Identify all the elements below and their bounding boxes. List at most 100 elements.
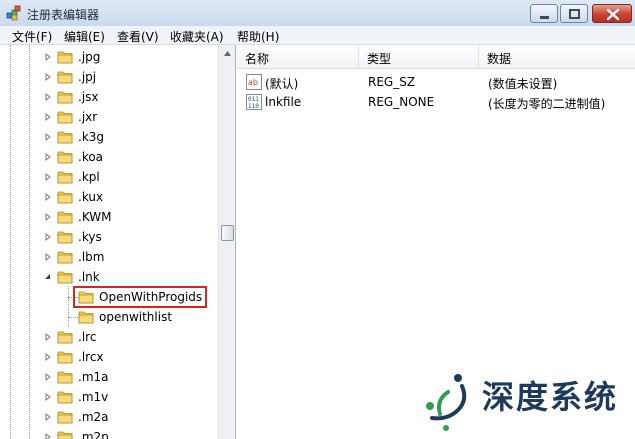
folder-icon bbox=[57, 191, 73, 204]
close-icon bbox=[606, 8, 620, 21]
scroll-up-icon[interactable] bbox=[219, 45, 236, 62]
tree-key[interactable]: .jpj bbox=[0, 67, 218, 87]
registry-editor-window: 注册表编辑器 文件(F) 编辑(E) 查看(V) 收藏夹(A) 帮助(H) .j… bbox=[0, 0, 635, 439]
tree-key[interactable]: .jxr bbox=[0, 107, 218, 127]
expand-arrow-icon[interactable] bbox=[44, 393, 52, 401]
value-data: (长度为零的二进制值) bbox=[488, 97, 606, 111]
folder-icon bbox=[57, 171, 73, 184]
folder-icon bbox=[57, 271, 73, 284]
tree-key-label: .lnk bbox=[78, 270, 100, 284]
tree-key[interactable]: .lrc bbox=[0, 327, 218, 347]
collapse-arrow-icon[interactable] bbox=[44, 273, 52, 281]
tree-key-label: .m1v bbox=[78, 390, 109, 404]
window-title: 注册表编辑器 bbox=[27, 8, 100, 22]
expand-arrow-icon[interactable] bbox=[44, 93, 52, 101]
registry-key-tree[interactable]: .jpg .jpj .jsx .jxr .k3g .koa .kpl .kux .KWM .kys… bbox=[0, 45, 236, 439]
logo-swirl-icon bbox=[426, 374, 467, 431]
expand-arrow-icon[interactable] bbox=[44, 373, 52, 381]
tree-key-label: .kux bbox=[78, 190, 104, 204]
svg-text:011: 011 bbox=[248, 96, 259, 103]
title-bar[interactable]: 注册表编辑器 bbox=[0, 0, 635, 26]
column-data[interactable]: 数据 bbox=[479, 45, 635, 69]
folder-icon bbox=[57, 331, 73, 344]
folder-icon bbox=[57, 251, 73, 264]
tree-key[interactable]: .lrcx bbox=[0, 347, 218, 367]
tree-key[interactable]: .kpl bbox=[0, 167, 218, 187]
tree-key-label: .jxr bbox=[78, 110, 98, 124]
folder-icon bbox=[78, 311, 94, 324]
tree-key[interactable]: .jpg bbox=[0, 47, 218, 67]
expand-arrow-icon[interactable] bbox=[44, 113, 52, 121]
maximize-button[interactable] bbox=[560, 4, 588, 23]
svg-text:ab: ab bbox=[248, 78, 258, 87]
folder-icon bbox=[57, 371, 73, 384]
tree-key[interactable]: .kux bbox=[0, 187, 218, 207]
menu-edit[interactable]: 编辑(E) bbox=[64, 28, 105, 45]
tree-key[interactable]: .m1a bbox=[0, 367, 218, 387]
tree-child-key[interactable]: openwithlist bbox=[0, 307, 218, 327]
expand-arrow-icon[interactable] bbox=[44, 193, 52, 201]
tree-key[interactable]: .m2p bbox=[0, 427, 218, 439]
tree-key-label: .m1a bbox=[78, 370, 109, 384]
tree-key-label: .jpj bbox=[78, 70, 97, 84]
column-name[interactable]: 名称 bbox=[237, 45, 359, 69]
value-type: REG_NONE bbox=[368, 95, 435, 109]
folder-icon bbox=[57, 91, 73, 104]
tree-key[interactable]: .k3g bbox=[0, 127, 218, 147]
expand-arrow-icon[interactable] bbox=[44, 153, 52, 161]
tree-key-label: .koa bbox=[78, 150, 104, 164]
expand-arrow-icon[interactable] bbox=[44, 233, 52, 241]
expand-arrow-icon[interactable] bbox=[44, 213, 52, 221]
menu-view[interactable]: 查看(V) bbox=[117, 28, 159, 45]
registry-app-icon bbox=[6, 5, 21, 21]
minimize-icon bbox=[540, 16, 549, 19]
close-button[interactable] bbox=[592, 4, 632, 23]
expand-arrow-icon[interactable] bbox=[44, 173, 52, 181]
tree-key[interactable]: .koa bbox=[0, 147, 218, 167]
expand-arrow-icon[interactable] bbox=[44, 353, 52, 361]
tree-key-label: .lrc bbox=[78, 330, 97, 344]
highlight-annotation bbox=[73, 286, 207, 308]
folder-icon bbox=[57, 231, 73, 244]
expand-arrow-icon[interactable] bbox=[44, 133, 52, 141]
tree-key[interactable]: .lbm bbox=[0, 247, 218, 267]
scrollbar-thumb[interactable] bbox=[221, 225, 234, 241]
expand-arrow-icon[interactable] bbox=[44, 413, 52, 421]
tree-scrollbar[interactable] bbox=[218, 45, 235, 439]
tree-key[interactable]: .kys bbox=[0, 227, 218, 247]
tree-key-label: .m2a bbox=[78, 410, 109, 424]
folder-icon bbox=[57, 391, 73, 404]
menu-file[interactable]: 文件(F) bbox=[12, 28, 52, 45]
value-row[interactable]: ab (默认) REG_SZ (数值未设置) bbox=[237, 72, 635, 92]
value-row[interactable]: 011 110 lnkfile REG_NONE (长度为零的二进制值) bbox=[237, 92, 635, 112]
menu-bar: 文件(F) 编辑(E) 查看(V) 收藏夹(A) 帮助(H) bbox=[0, 26, 635, 45]
tree-key[interactable]: .lnk bbox=[0, 267, 218, 287]
value-name: (默认) bbox=[265, 77, 299, 91]
column-type[interactable]: 类型 bbox=[359, 45, 479, 69]
tree-key[interactable]: .jsx bbox=[0, 87, 218, 107]
menu-favorites[interactable]: 收藏夹(A) bbox=[170, 28, 224, 45]
tree-key-label: .lbm bbox=[78, 250, 105, 264]
expand-arrow-icon[interactable] bbox=[44, 433, 52, 439]
tree-key[interactable]: .KWM bbox=[0, 207, 218, 227]
folder-icon bbox=[57, 211, 73, 224]
expand-arrow-icon[interactable] bbox=[44, 53, 52, 61]
minimize-button[interactable] bbox=[530, 4, 558, 23]
folder-icon bbox=[57, 151, 73, 164]
tree-key-label: .kys bbox=[78, 230, 102, 244]
expand-arrow-icon[interactable] bbox=[44, 333, 52, 341]
menu-help[interactable]: 帮助(H) bbox=[237, 28, 279, 45]
tree-key[interactable]: .m1v bbox=[0, 387, 218, 407]
value-data: (数值未设置) bbox=[488, 77, 558, 91]
expand-arrow-icon[interactable] bbox=[44, 73, 52, 81]
tree-key-label: .lrcx bbox=[78, 350, 104, 364]
watermark-text: 深度系统 bbox=[482, 378, 619, 416]
folder-icon bbox=[57, 351, 73, 364]
folder-icon bbox=[57, 111, 73, 124]
tree-key-label: .k3g bbox=[78, 130, 105, 144]
expand-arrow-icon[interactable] bbox=[44, 253, 52, 261]
folder-icon bbox=[57, 431, 73, 439]
tree-key[interactable]: .m2a bbox=[0, 407, 218, 427]
value-type: REG_SZ bbox=[368, 75, 416, 89]
folder-icon bbox=[57, 411, 73, 424]
